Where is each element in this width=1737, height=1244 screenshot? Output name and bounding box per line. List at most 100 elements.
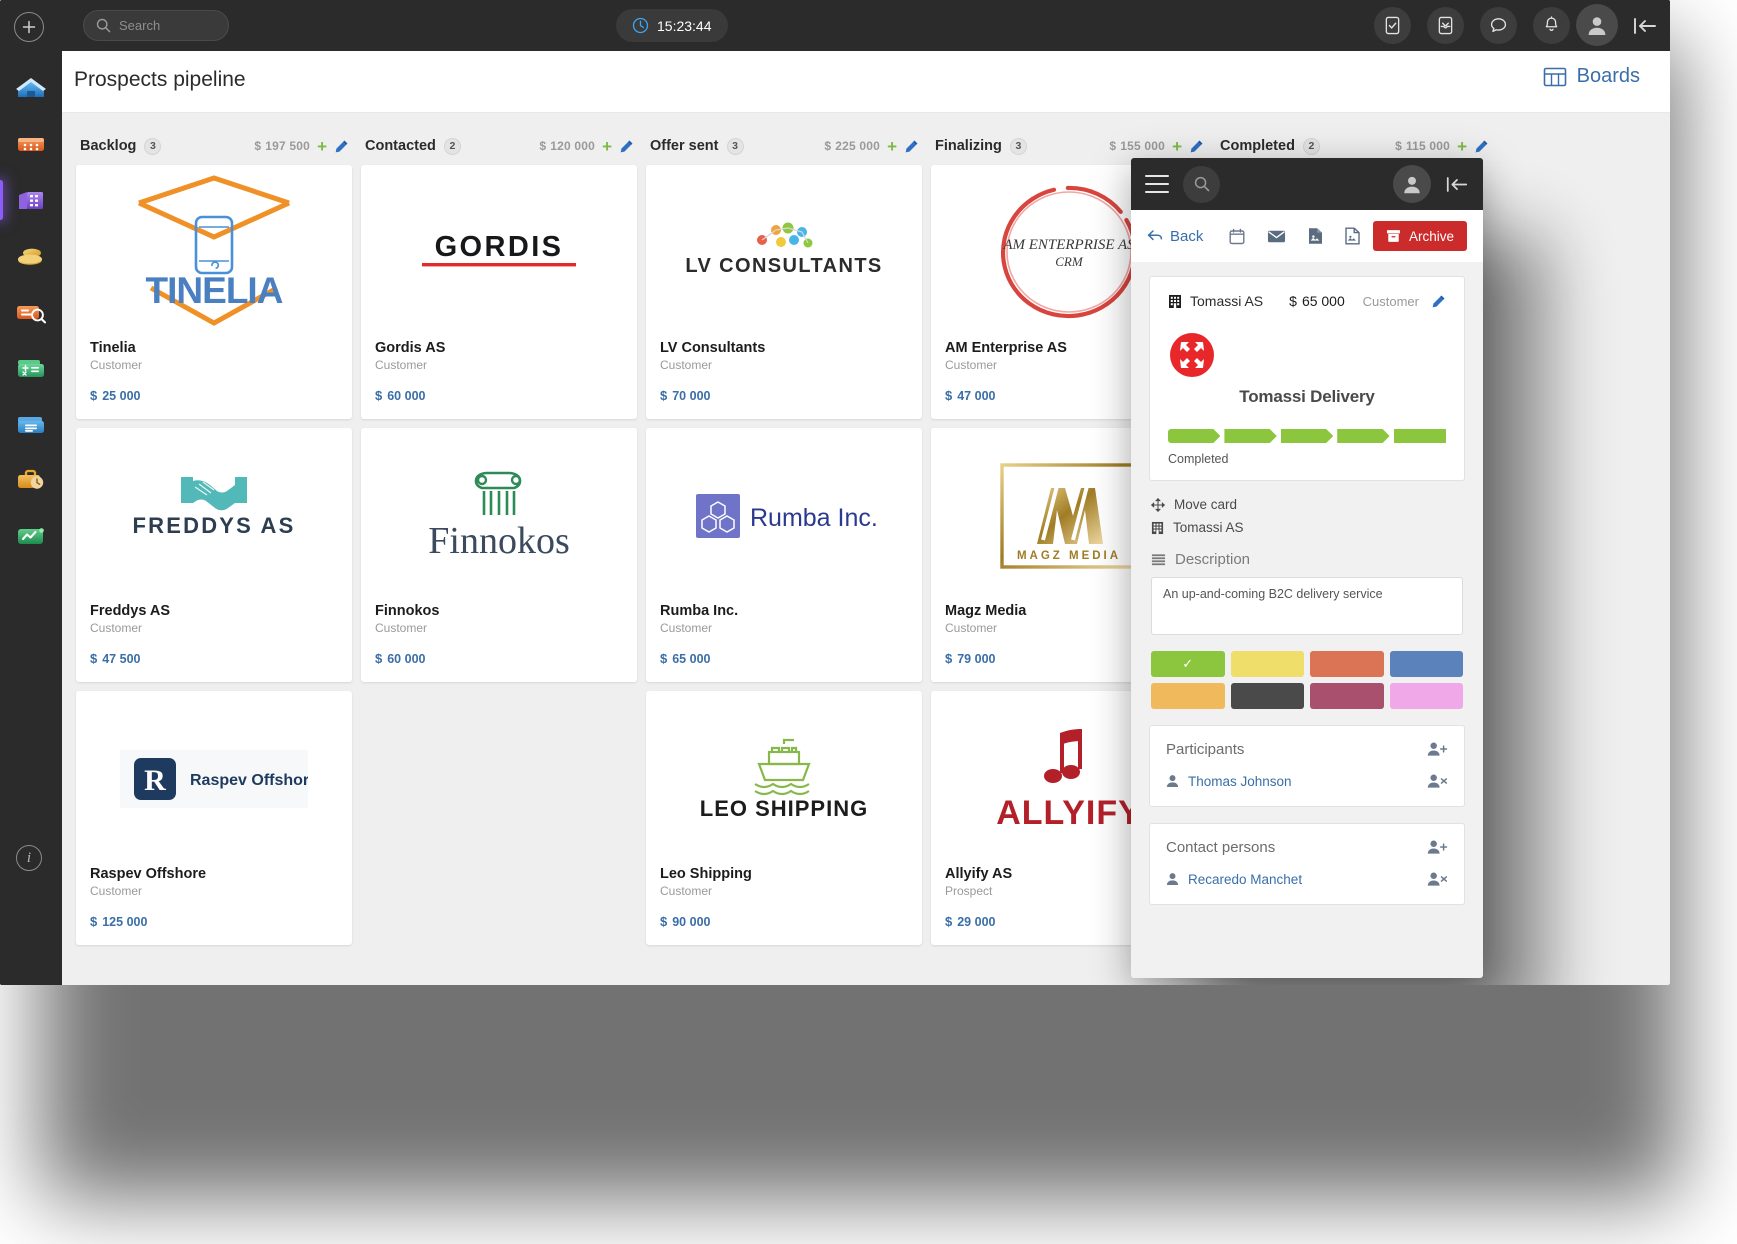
- image-file-icon[interactable]: [1308, 227, 1323, 245]
- move-card-button[interactable]: Move card: [1151, 497, 1463, 512]
- edit-column-button[interactable]: [1474, 139, 1489, 154]
- svg-text:ALLYIFY: ALLYIFY: [996, 794, 1142, 832]
- deal-card-title: Rumba Inc.: [660, 603, 739, 619]
- sidebar-item-reports[interactable]: [0, 508, 62, 564]
- participants-panel: Participants Thomas Johnson: [1149, 725, 1465, 807]
- sidebar-item-timesheet[interactable]: [0, 452, 62, 508]
- add-card-button[interactable]: +: [602, 138, 612, 155]
- color-swatch[interactable]: [1230, 651, 1304, 677]
- color-swatch[interactable]: [1389, 651, 1463, 677]
- deal-card-title: Leo Shipping: [660, 866, 752, 882]
- add-card-button[interactable]: +: [887, 138, 897, 155]
- archive-icon: [1386, 229, 1401, 243]
- progress-segment[interactable]: [1168, 429, 1220, 443]
- svg-text:GORDIS: GORDIS: [435, 231, 564, 263]
- documents-icon: [14, 409, 48, 439]
- task-check-icon[interactable]: [1374, 7, 1411, 44]
- svg-text:AM ENTERPRISE AS: AM ENTERPRISE AS: [1002, 237, 1135, 253]
- deal-card-logo: R Raspev Offshore: [76, 691, 352, 866]
- pencil-icon[interactable]: [1431, 294, 1446, 309]
- participant-name: Thomas Johnson: [1188, 773, 1292, 789]
- remove-person-icon[interactable]: [1427, 772, 1448, 790]
- boards-button[interactable]: Boards: [1543, 65, 1640, 88]
- deal-card[interactable]: FREDDYS AS Freddys AS Customer $47 500: [76, 428, 352, 682]
- deal-card-type: Customer: [660, 621, 713, 635]
- progress-bar[interactable]: [1168, 429, 1447, 443]
- progress-segment[interactable]: [1337, 429, 1389, 443]
- edit-column-button[interactable]: [1189, 139, 1204, 154]
- edit-column-button[interactable]: [619, 139, 634, 154]
- detail-collapse-panel-icon[interactable]: [1445, 176, 1469, 193]
- column-header: Completed 2 $115 000 +: [1216, 135, 1501, 157]
- sidebar: i: [0, 0, 62, 985]
- deal-card[interactable]: Finnokos Finnokos Customer $60 000: [361, 428, 637, 682]
- user-avatar[interactable]: [1576, 4, 1618, 46]
- sidebar-add-button[interactable]: [14, 12, 44, 42]
- color-swatch[interactable]: [1310, 651, 1384, 677]
- search-input[interactable]: Search: [83, 10, 229, 41]
- add-card-button[interactable]: +: [317, 138, 327, 155]
- sidebar-item-calendar[interactable]: [0, 116, 62, 172]
- currency-symbol: $: [945, 914, 953, 929]
- detail-amount-value: 65 000: [1301, 293, 1345, 309]
- archive-button[interactable]: Archive: [1372, 221, 1467, 251]
- clock-widget[interactable]: 15:23:44: [616, 9, 728, 42]
- back-button[interactable]: Back: [1147, 228, 1203, 245]
- search-placeholder: Search: [119, 18, 161, 33]
- reports-icon: [14, 521, 48, 551]
- description-textarea[interactable]: An up-and-coming B2C delivery service: [1151, 577, 1463, 635]
- coins-icon: [14, 241, 48, 271]
- sidebar-item-accounting[interactable]: [0, 340, 62, 396]
- deal-card-type: Customer: [375, 358, 428, 372]
- sidebar-item-documents[interactable]: [0, 396, 62, 452]
- menu-icon[interactable]: [1145, 175, 1169, 193]
- progress-segment[interactable]: [1393, 429, 1447, 443]
- detail-company-link[interactable]: Tomassi AS: [1151, 520, 1463, 535]
- deal-card[interactable]: LEO SHIPPING Leo Shipping Customer $90 0…: [646, 691, 922, 945]
- deal-card[interactable]: GORDIS Gordis AS Customer $60 000: [361, 165, 637, 419]
- color-swatch[interactable]: ✓: [1151, 651, 1225, 677]
- description-label: Description: [1175, 551, 1251, 568]
- add-card-button[interactable]: +: [1172, 138, 1182, 155]
- document-file-icon[interactable]: [1345, 227, 1361, 245]
- color-swatch[interactable]: [1389, 683, 1463, 709]
- edit-column-button[interactable]: [904, 139, 919, 154]
- top-bar: Search 15:23:44: [62, 0, 1670, 51]
- edit-column-button[interactable]: [334, 139, 349, 154]
- deal-card[interactable]: R Raspev Offshore Raspev Offshore Custom…: [76, 691, 352, 945]
- add-person-icon[interactable]: [1427, 838, 1448, 856]
- sidebar-item-company[interactable]: [0, 172, 62, 228]
- deal-card-type: Customer: [90, 884, 143, 898]
- remove-person-icon[interactable]: [1427, 870, 1448, 888]
- email-icon[interactable]: [1267, 229, 1286, 244]
- currency-symbol: $: [375, 388, 383, 403]
- contact-person-row[interactable]: Recaredo Manchet: [1166, 870, 1448, 888]
- chat-icon[interactable]: [1480, 7, 1517, 44]
- building-icon: [1168, 294, 1182, 309]
- column-sum: $155 000: [1109, 139, 1165, 153]
- accounting-icon: [14, 353, 48, 383]
- deal-card[interactable]: LV CONSULTANTS LV Consultants Customer $…: [646, 165, 922, 419]
- detail-meta: Move card Tomassi AS Description An up-a…: [1149, 481, 1465, 709]
- add-card-button[interactable]: +: [1457, 138, 1467, 155]
- add-person-icon[interactable]: [1427, 740, 1448, 758]
- sidebar-item-home[interactable]: [0, 60, 62, 116]
- sidebar-item-coins[interactable]: [0, 228, 62, 284]
- detail-search-icon[interactable]: [1183, 165, 1220, 203]
- collapse-panel-icon[interactable]: [1628, 14, 1662, 38]
- detail-user-avatar[interactable]: [1393, 165, 1431, 203]
- home-icon: [14, 73, 48, 103]
- inbox-icon[interactable]: [1427, 7, 1464, 44]
- deal-card[interactable]: TINELIA Tinelia Customer $25 000: [76, 165, 352, 419]
- calendar-icon[interactable]: [1229, 228, 1245, 245]
- bell-icon[interactable]: [1533, 7, 1570, 44]
- color-swatch[interactable]: [1230, 683, 1304, 709]
- participant-row[interactable]: Thomas Johnson: [1166, 772, 1448, 790]
- color-swatch[interactable]: [1151, 683, 1225, 709]
- deal-card[interactable]: Rumba Inc. Rumba Inc. Customer $65 000: [646, 428, 922, 682]
- progress-segment[interactable]: [1281, 429, 1333, 443]
- sidebar-item-search-contacts[interactable]: [0, 284, 62, 340]
- color-swatch[interactable]: [1310, 683, 1384, 709]
- progress-segment[interactable]: [1224, 429, 1276, 443]
- sidebar-info-button[interactable]: i: [16, 845, 42, 871]
